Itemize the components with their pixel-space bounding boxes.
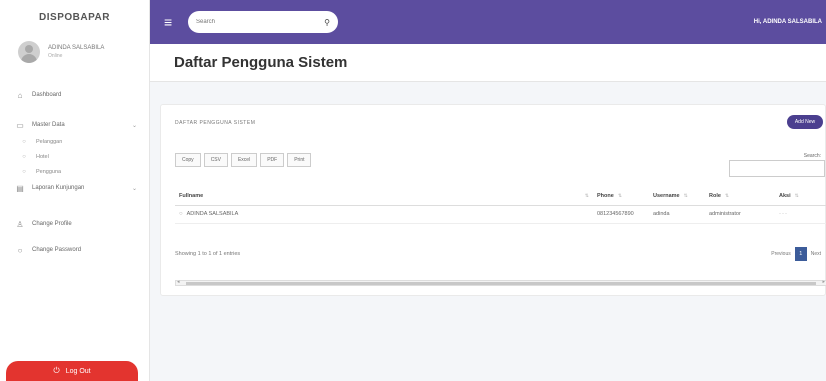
print-button[interactable]: Print xyxy=(287,153,312,167)
column-header-role[interactable]: Role ⇅ xyxy=(705,187,775,206)
column-header-fullname[interactable]: Fullname ⇅ xyxy=(175,187,593,206)
add-new-button[interactable]: Add New xyxy=(787,115,823,129)
more-actions-icon[interactable]: ··· xyxy=(779,211,788,217)
column-header-phone[interactable]: Phone ⇅ xyxy=(593,187,649,206)
table-search-input[interactable] xyxy=(729,160,825,177)
top-navbar: ≡ ⚲ Hi, ADINDA SALSABILA xyxy=(150,0,826,44)
column-header-username[interactable]: Username ⇅ xyxy=(649,187,705,206)
sidebar-item-change-password[interactable]: ○ Change Password xyxy=(0,241,149,259)
sort-icon: ⇅ xyxy=(683,192,688,199)
search-icon[interactable]: ⚲ xyxy=(324,18,330,27)
card-header: DAFTAR PENGGUNA SISTEM xyxy=(161,105,825,141)
card-title: DAFTAR PENGGUNA SISTEM xyxy=(175,120,256,126)
section-header-data xyxy=(0,104,149,116)
sidebar-subitem-label: Pengguna xyxy=(36,168,62,175)
circle-icon: ○ xyxy=(22,153,26,160)
user-name: ADINDA SALSABILA xyxy=(48,45,105,51)
user-icon: ♙ xyxy=(16,219,24,229)
home-icon: ⌂ xyxy=(17,90,23,100)
sidebar: DISPOBAPAR ADINDA SALSABILA Online ⌂ Das… xyxy=(0,0,150,381)
table-info: Showing 1 to 1 of 1 entries xyxy=(175,251,241,257)
sidebar-subitem-label: Hotel xyxy=(36,153,49,160)
cell-role: administrator xyxy=(705,205,775,224)
table-header-row: Fullname ⇅ Phone ⇅ Username ⇅ Role ⇅ Aksi ⇅ xyxy=(175,187,826,206)
section-header-main xyxy=(0,74,149,86)
column-header-aksi[interactable]: Aksi ⇅ xyxy=(775,187,826,206)
user-panel: ADINDA SALSABILA Online xyxy=(0,34,149,74)
sort-icon: ⇅ xyxy=(724,192,730,199)
circle-icon: ○ xyxy=(22,138,26,145)
expand-icon[interactable]: ○ xyxy=(179,211,183,217)
export-tools: Copy CSV Excel PDF Print xyxy=(175,153,312,167)
pdf-button[interactable]: PDF xyxy=(260,153,285,167)
sidebar-item-laporan[interactable]: ▤ Laporan Kunjungan ⌄ xyxy=(0,179,149,197)
brand-logo[interactable]: DISPOBAPAR xyxy=(0,0,149,34)
cell-username: adinda xyxy=(649,205,705,224)
next-page-link[interactable]: Next xyxy=(811,251,821,257)
sidebar-subitem-hotel[interactable]: ○ Hotel xyxy=(0,149,149,164)
copy-button[interactable]: Copy xyxy=(175,153,201,167)
search-input[interactable] xyxy=(196,19,325,25)
sidebar-item-dashboard[interactable]: ⌂ Dashboard xyxy=(0,86,149,104)
hamburger-icon[interactable]: ≡ xyxy=(164,14,178,30)
sidebar-item-label: Change Password xyxy=(32,247,82,253)
previous-page-link[interactable]: Previous xyxy=(771,251,790,257)
page-header: Daftar Pengguna Sistem xyxy=(150,44,826,82)
sidebar-item-label: Master Data xyxy=(32,122,65,128)
sort-icon: ⇅ xyxy=(617,192,623,199)
table-search-label: Search: xyxy=(803,153,821,159)
users-card: DAFTAR PENGGUNA SISTEM Add New Copy CSV … xyxy=(160,104,826,296)
table-row: ○ ADINDA SALSABILA 081234567890 adinda ad… xyxy=(175,205,826,224)
user-status: Online xyxy=(48,53,63,59)
sort-icon: ⇅ xyxy=(584,192,589,199)
chevron-down-icon: ⌄ xyxy=(131,185,137,192)
scroll-right-icon[interactable]: ▸ xyxy=(822,279,825,285)
sidebar-subitem-pelanggan[interactable]: ○ Pelanggan xyxy=(0,134,149,149)
sidebar-item-label: Change Profile xyxy=(32,221,72,227)
page-title: Daftar Pengguna Sistem xyxy=(174,54,348,71)
sidebar-subitem-pengguna[interactable]: ○ Pengguna xyxy=(0,164,149,179)
sort-icon: ⇅ xyxy=(794,192,799,199)
scrollbar-thumb[interactable] xyxy=(186,282,816,285)
key-icon: ○ xyxy=(17,245,23,255)
users-table: Fullname ⇅ Phone ⇅ Username ⇅ Role ⇅ Aksi ⇅ ○… xyxy=(175,187,826,224)
circle-icon: ○ xyxy=(22,168,26,175)
cell-phone: 081234567890 xyxy=(593,205,649,224)
monitor-icon: ▭ xyxy=(16,120,24,130)
page-number-active[interactable]: 1 xyxy=(794,247,807,261)
power-icon: ⏻ xyxy=(53,366,60,375)
sidebar-item-change-profile[interactable]: ♙ Change Profile xyxy=(0,215,149,233)
horizontal-scrollbar[interactable]: ◂ ▸ xyxy=(175,279,826,286)
sidebar-item-label: Dashboard xyxy=(32,92,62,98)
avatar xyxy=(18,41,40,63)
cell-aksi: ··· xyxy=(775,205,826,224)
user-greeting[interactable]: Hi, ADINDA SALSABILA xyxy=(754,19,822,25)
sidebar-subitem-label: Pelanggan xyxy=(36,138,63,145)
navbar-search[interactable]: ⚲ xyxy=(188,11,338,33)
logout-label: Log Out xyxy=(65,367,91,375)
sidebar-item-label: Laporan Kunjungan xyxy=(32,185,85,191)
book-icon: ▤ xyxy=(16,183,24,193)
scroll-left-icon[interactable]: ◂ xyxy=(177,279,180,285)
logout-button[interactable]: ⏻ Log Out xyxy=(6,361,138,381)
cell-fullname: ○ ADINDA SALSABILA xyxy=(175,205,593,224)
excel-button[interactable]: Excel xyxy=(230,153,258,167)
user-info: ADINDA SALSABILA Online xyxy=(48,45,104,59)
pagination: Previous 1 Next xyxy=(771,247,821,261)
section-header-settings xyxy=(0,197,149,209)
sidebar-item-master-data[interactable]: ▭ Master Data ⌄ xyxy=(0,116,149,134)
chevron-down-icon: ⌄ xyxy=(131,122,137,129)
csv-button[interactable]: CSV xyxy=(203,153,228,167)
